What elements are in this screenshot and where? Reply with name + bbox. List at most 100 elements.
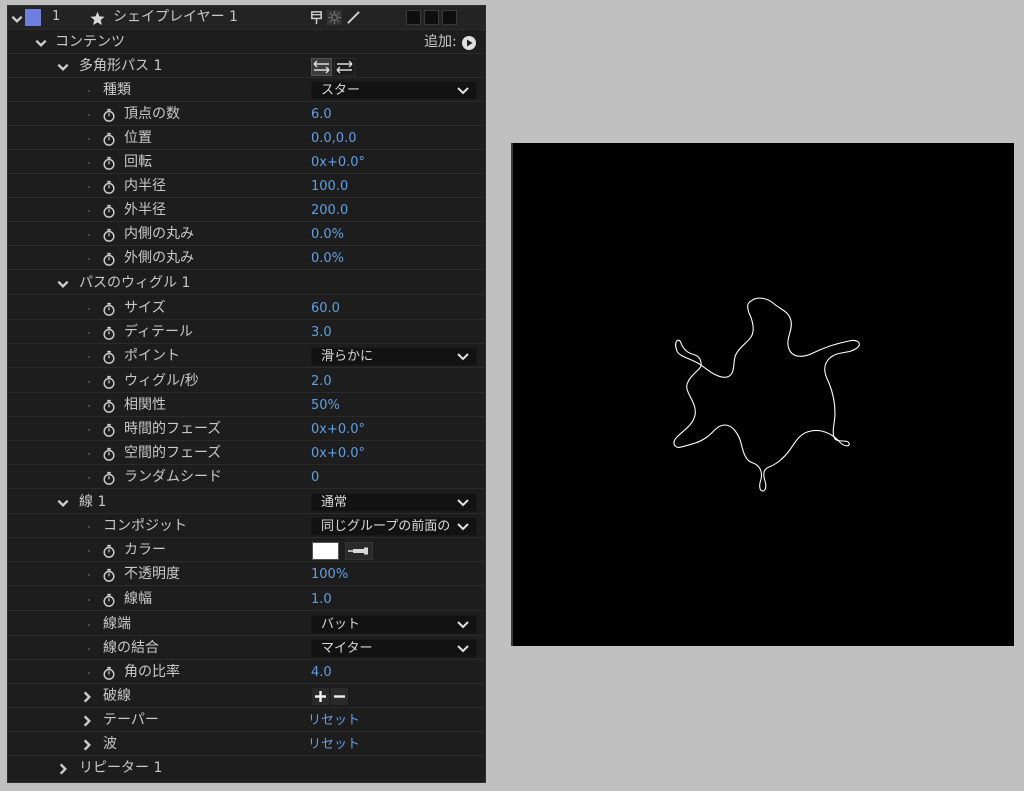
chevron-right-icon[interactable] bbox=[80, 738, 94, 752]
stopwatch-icon[interactable] bbox=[102, 447, 116, 461]
stopwatch-icon[interactable] bbox=[102, 252, 116, 266]
polystar-inner-roundness-label: 内側の丸み bbox=[124, 226, 194, 242]
plus-icon[interactable] bbox=[312, 688, 329, 705]
stopwatch-icon[interactable] bbox=[102, 544, 116, 558]
stopwatch-icon[interactable] bbox=[102, 228, 116, 242]
wiggle-detail-value[interactable]: 3.0 bbox=[311, 325, 332, 341]
wiggle-temporal-phase-value[interactable]: 0x+0.0° bbox=[311, 422, 365, 438]
row-dot bbox=[88, 162, 90, 164]
minus-icon[interactable] bbox=[331, 688, 348, 705]
stroke-width-value[interactable]: 1.0 bbox=[311, 592, 332, 608]
stroke-join-row: 線の結合 マイター bbox=[8, 637, 485, 660]
stroke-group-row[interactable]: 線 1 通常 bbox=[8, 491, 485, 514]
chevron-down-icon[interactable] bbox=[10, 12, 24, 26]
chevron-down-icon bbox=[457, 645, 469, 653]
stopwatch-icon[interactable] bbox=[102, 666, 116, 680]
stopwatch-icon[interactable] bbox=[102, 568, 116, 582]
switch-box-2[interactable] bbox=[424, 10, 439, 25]
wiggle-correlation-value[interactable]: 50% bbox=[311, 398, 340, 414]
layer-name[interactable]: シェイプレイヤー 1 bbox=[113, 9, 238, 25]
wiggle-points-row: ポイント 滑らかに bbox=[8, 345, 485, 368]
polystar-position-row: 位置 0.0,0.0 bbox=[8, 127, 485, 150]
composition-viewer[interactable] bbox=[511, 143, 1014, 646]
path-direction-normal-icon[interactable] bbox=[311, 58, 332, 76]
polystar-rotation-label: 回転 bbox=[124, 154, 152, 170]
stopwatch-icon[interactable] bbox=[102, 399, 116, 413]
fx-slash-icon[interactable] bbox=[346, 10, 361, 25]
chevron-right-icon[interactable] bbox=[80, 714, 94, 728]
wiggle-size-row: サイズ 60.0 bbox=[8, 297, 485, 320]
stopwatch-icon[interactable] bbox=[102, 375, 116, 389]
polystar-outer-roundness-value[interactable]: 0.0% bbox=[311, 251, 344, 267]
wiggle-points-dropdown[interactable]: 滑らかに bbox=[311, 347, 477, 366]
stopwatch-icon[interactable] bbox=[102, 180, 116, 194]
taper-reset-link[interactable]: リセット bbox=[308, 713, 360, 729]
row-dot bbox=[88, 258, 90, 260]
stroke-taper-label: テーパー bbox=[103, 712, 159, 728]
stroke-join-dropdown[interactable]: マイター bbox=[311, 639, 477, 658]
add-menu-play-icon[interactable] bbox=[461, 35, 477, 51]
stroke-wave-row[interactable]: 波 リセット bbox=[8, 733, 485, 756]
row-dot bbox=[88, 210, 90, 212]
wiggle-spatial-phase-value[interactable]: 0x+0.0° bbox=[311, 446, 365, 462]
switch-box-3[interactable] bbox=[442, 10, 457, 25]
polystar-points-value[interactable]: 6.0 bbox=[311, 107, 332, 123]
stroke-taper-row[interactable]: テーパー リセット bbox=[8, 709, 485, 732]
polystar-inner-roundness-value[interactable]: 0.0% bbox=[311, 227, 344, 243]
stroke-cap-dropdown[interactable]: バット bbox=[311, 615, 477, 634]
quality-sun-icon[interactable] bbox=[327, 10, 342, 25]
row-dot bbox=[88, 186, 90, 188]
stroke-dashes-row[interactable]: 破線 bbox=[8, 685, 485, 708]
stopwatch-icon[interactable] bbox=[102, 108, 116, 122]
stopwatch-icon[interactable] bbox=[102, 471, 116, 485]
chevron-down-icon[interactable] bbox=[34, 36, 48, 50]
polystar-outer-radius-value[interactable]: 200.0 bbox=[311, 203, 348, 219]
repeater-group-row[interactable]: リピーター 1 bbox=[8, 757, 485, 780]
stopwatch-icon[interactable] bbox=[102, 326, 116, 340]
wiggle-per-sec-value[interactable]: 2.0 bbox=[311, 374, 332, 390]
chevron-down-icon[interactable] bbox=[56, 277, 70, 291]
polystar-type-row: 種類 スター bbox=[8, 79, 485, 102]
stroke-blend-mode-dropdown[interactable]: 通常 bbox=[311, 493, 477, 512]
repeater-label: リピーター 1 bbox=[79, 760, 163, 776]
polystar-position-value[interactable]: 0.0,0.0 bbox=[311, 131, 356, 147]
stopwatch-icon[interactable] bbox=[102, 423, 116, 437]
row-dot bbox=[88, 308, 90, 310]
stroke-miter-value[interactable]: 4.0 bbox=[311, 665, 332, 681]
wiggle-temporal-phase-label: 時間的フェーズ bbox=[124, 421, 222, 437]
polystar-type-dropdown[interactable]: スター bbox=[311, 81, 477, 100]
add-label[interactable]: 追加: bbox=[424, 34, 457, 50]
stroke-opacity-value[interactable]: 100% bbox=[311, 567, 348, 583]
polystar-group-row[interactable]: 多角形パス 1 bbox=[8, 55, 485, 78]
switch-box-1[interactable] bbox=[406, 10, 421, 25]
chevron-down-icon[interactable] bbox=[56, 60, 70, 74]
stopwatch-icon[interactable] bbox=[102, 204, 116, 218]
wiggle-size-value[interactable]: 60.0 bbox=[311, 301, 340, 317]
chevron-right-icon[interactable] bbox=[80, 690, 94, 704]
layer-label-color-swatch[interactable] bbox=[25, 9, 41, 26]
stopwatch-icon[interactable] bbox=[102, 156, 116, 170]
stopwatch-icon[interactable] bbox=[102, 350, 116, 364]
wiggle-per-sec-label: ウィグル/秒 bbox=[124, 373, 199, 389]
contents-group-row[interactable]: コンテンツ 追加: bbox=[8, 31, 485, 54]
stroke-dashes-label: 破線 bbox=[103, 688, 131, 704]
row-dot bbox=[88, 138, 90, 140]
chevron-right-icon[interactable] bbox=[56, 762, 70, 776]
stopwatch-icon[interactable] bbox=[102, 132, 116, 146]
polystar-rotation-value[interactable]: 0x+0.0° bbox=[311, 155, 365, 171]
polystar-inner-radius-value[interactable]: 100.0 bbox=[311, 179, 348, 195]
wiggle-random-seed-value[interactable]: 0 bbox=[311, 470, 319, 486]
stroke-color-swatch[interactable] bbox=[312, 542, 339, 560]
wiggle-group-row[interactable]: パスのウィグル 1 bbox=[8, 272, 485, 295]
wiggle-random-seed-label: ランダムシード bbox=[124, 469, 222, 485]
path-direction-reverse-icon[interactable] bbox=[334, 58, 355, 76]
layer-row[interactable]: 1 シェイプレイヤー 1 bbox=[8, 6, 485, 30]
wave-reset-link[interactable]: リセット bbox=[308, 737, 360, 753]
stroke-composite-dropdown[interactable]: 同じグループの前面の bbox=[311, 517, 477, 536]
stopwatch-icon[interactable] bbox=[102, 302, 116, 316]
chevron-down-icon[interactable] bbox=[56, 496, 70, 510]
stopwatch-icon[interactable] bbox=[102, 593, 116, 607]
shy-icon[interactable] bbox=[309, 10, 324, 25]
row-dot bbox=[88, 477, 90, 479]
eyedropper-icon[interactable] bbox=[345, 542, 373, 560]
